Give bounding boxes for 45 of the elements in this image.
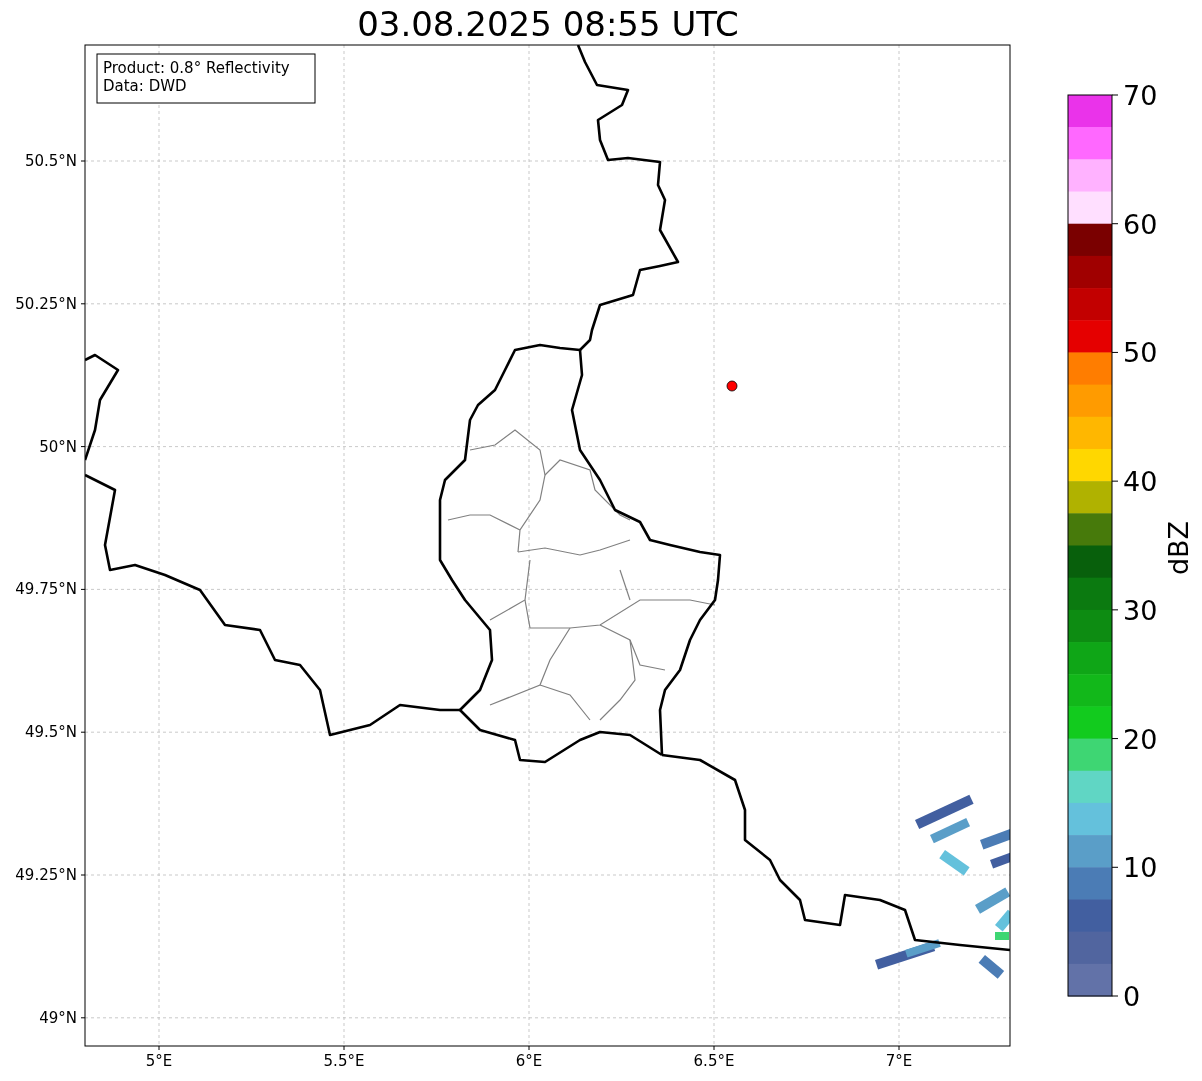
longitude-label: 5.5°E <box>323 1052 365 1070</box>
tick-mark <box>713 1045 715 1051</box>
tick-mark <box>528 1045 530 1051</box>
tick-mark <box>1111 995 1119 997</box>
tick-mark <box>1111 866 1119 868</box>
longitude-label: 6°E <box>515 1052 543 1070</box>
tick-mark <box>80 1017 86 1019</box>
colorbar-tick-label: 40 <box>1123 466 1158 498</box>
radar-site-marker <box>726 380 738 392</box>
colorbar-tick-label: 0 <box>1123 981 1141 1012</box>
colorbar-tick-label: 20 <box>1123 723 1158 755</box>
longitude-label: 6.5°E <box>693 1052 735 1070</box>
colorbar-tick-label: 10 <box>1123 852 1158 884</box>
info-text: Data: DWD <box>103 77 187 95</box>
tick-mark <box>1111 223 1119 225</box>
colorbar-label: dBZ <box>1163 520 1194 576</box>
tick-mark <box>80 446 86 448</box>
colorbar-tick-label: 50 <box>1123 337 1158 369</box>
tick-mark <box>1111 94 1119 96</box>
tick-mark <box>80 874 86 876</box>
tick-mark <box>343 1045 345 1051</box>
tick-mark <box>80 731 86 733</box>
chart-title: 03.08.2025 08:55 UTC <box>357 4 739 44</box>
colorbar-tick-label: 30 <box>1123 594 1158 626</box>
tick-mark <box>80 160 86 162</box>
latitude-label: 50.5°N <box>24 152 77 170</box>
longitude-label: 5°E <box>145 1052 173 1070</box>
tick-mark <box>1111 609 1119 611</box>
tick-mark <box>80 303 86 305</box>
latitude-label: 49.75°N <box>15 580 77 599</box>
tick-mark <box>80 588 86 590</box>
latitude-label: 50°N <box>39 437 77 456</box>
colorbar-tick-label: 70 <box>1123 80 1158 111</box>
tick-mark <box>1111 480 1119 482</box>
tick-mark <box>898 1045 900 1051</box>
tick-mark <box>1111 738 1119 740</box>
latitude-label: 49.5°N <box>24 723 77 742</box>
longitude-label: 7°E <box>885 1052 913 1070</box>
latitude-label: 49°N <box>39 1008 77 1027</box>
colorbar-tick-label: 60 <box>1123 208 1158 240</box>
tick-mark <box>158 1045 160 1051</box>
info-text: Product: 0.8° Reflectivity <box>103 59 290 77</box>
tick-mark <box>1111 351 1119 353</box>
latitude-label: 50.25°N <box>15 294 77 313</box>
latitude-label: 49.25°N <box>15 866 77 884</box>
